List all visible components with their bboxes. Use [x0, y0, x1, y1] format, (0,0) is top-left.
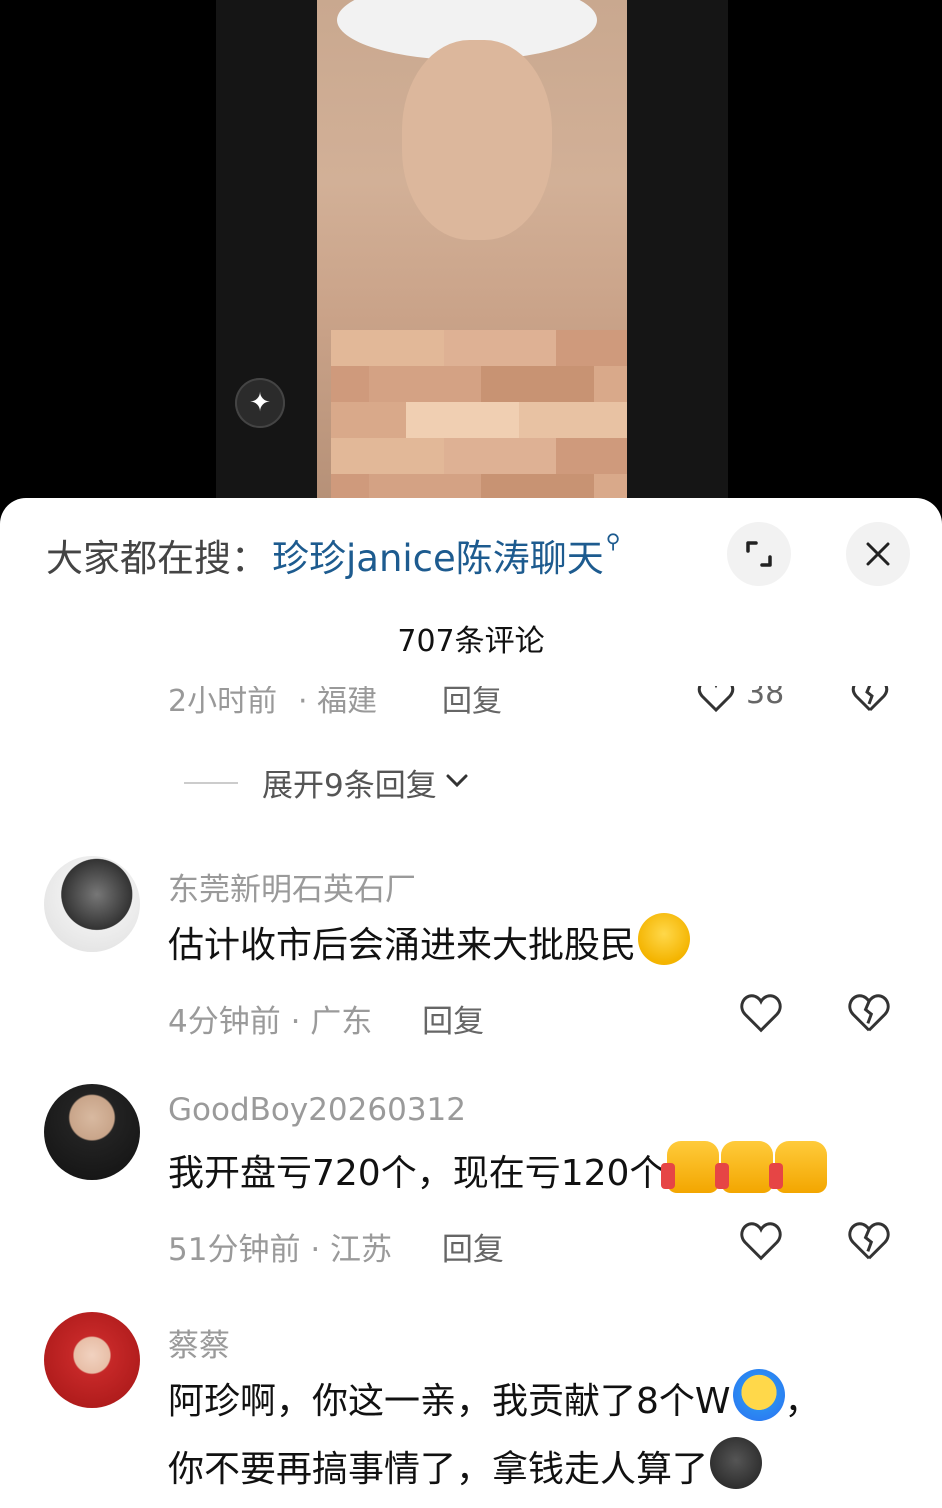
- comment-text-body: 你不要再搞事情了，拿钱走人算了: [168, 1449, 709, 1490]
- trending-search-prefix: 大家都在搜：: [46, 537, 268, 580]
- comment-text-body: 我开盘亏720个，现在亏120个: [168, 1153, 666, 1194]
- comment-text-line: 阿珍啊，你这一亲，我贡献了8个W ，: [168, 1368, 908, 1436]
- expand-replies-label: 展开9条回复: [262, 768, 437, 804]
- mosaic-tile: [443, 402, 481, 438]
- laughing-crying-emoji: [638, 913, 691, 965]
- like-count: 38: [746, 686, 785, 711]
- comment-meta: 51分钟前 · 江苏 回复: [168, 1224, 504, 1269]
- chevron-down-icon: [445, 770, 469, 795]
- broken-heart-icon[interactable]: [846, 1218, 892, 1264]
- mosaic-tile: [331, 438, 369, 474]
- comment-text: 我开盘亏720个，现在亏120个: [168, 1140, 908, 1208]
- expand-icon: [746, 541, 772, 567]
- mosaic-tile: [593, 366, 627, 402]
- mosaic-tile: [518, 330, 556, 366]
- expand-replies-button[interactable]: 展开9条回复: [184, 760, 469, 805]
- comment-time: 2小时前: [168, 686, 278, 718]
- mosaic-tile: [593, 330, 627, 366]
- comment-text: 估计收市后会涌进来大批股民: [168, 912, 908, 980]
- mosaic-tile: [368, 366, 406, 402]
- comment-text-line: 你不要再搞事情了，拿钱走人算了: [168, 1436, 908, 1504]
- comment-text-tail: ，: [784, 1381, 821, 1422]
- heart-icon[interactable]: [738, 1218, 784, 1264]
- mosaic-tile: [368, 402, 406, 438]
- divider-line: [184, 781, 238, 784]
- broken-heart-icon[interactable]: [846, 990, 892, 1036]
- close-icon: [866, 542, 890, 566]
- mosaic-tile: [556, 366, 594, 402]
- mosaic-tile: [443, 330, 481, 366]
- mosaic-tile: [481, 330, 519, 366]
- mosaic-tile: [556, 330, 594, 366]
- comment-location: · 福建: [298, 686, 378, 718]
- mosaic-tile: [481, 438, 519, 474]
- expand-button[interactable]: [727, 522, 791, 586]
- avatar[interactable]: [44, 856, 140, 952]
- avatar[interactable]: [44, 1084, 140, 1180]
- mosaic-tile: [331, 366, 369, 402]
- mosaic-tile: [556, 402, 594, 438]
- comment-username[interactable]: 蔡蔡: [168, 1320, 230, 1365]
- mosaic-tile: [481, 402, 519, 438]
- mosaic-tile: [518, 366, 556, 402]
- partial-comment-meta: 2小时前 · 福建 回复 38: [168, 686, 898, 718]
- comment-time: 51分钟前: [168, 1232, 301, 1268]
- comment-text-body: 估计收市后会涌进来大批股民: [168, 925, 637, 966]
- trending-search[interactable]: 大家都在搜： 珍珍janice陈涛聊天 ⚲: [46, 528, 621, 582]
- thumbs-up-emoji: [661, 1141, 720, 1193]
- comment-text-body: 阿珍啊，你这一亲，我贡献了8个W: [168, 1381, 731, 1422]
- video-area[interactable]: ✦: [0, 0, 942, 520]
- mosaic-tile: [406, 330, 444, 366]
- heart-icon[interactable]: [696, 686, 736, 718]
- sparkle-icon[interactable]: ✦: [235, 378, 285, 428]
- mosaic-tile: [518, 402, 556, 438]
- comment-time: 4分钟前: [168, 1004, 281, 1040]
- mosaic-tile: [331, 402, 369, 438]
- video-still: [317, 0, 627, 520]
- mosaic-tile: [406, 366, 444, 402]
- sunglasses-emoji: [732, 1369, 785, 1421]
- reply-button[interactable]: 回复: [442, 1232, 504, 1268]
- mosaic-tile: [593, 402, 627, 438]
- trending-search-query[interactable]: 珍珍janice陈涛聊天: [272, 528, 604, 582]
- mosaic-tile: [331, 330, 369, 366]
- reply-button[interactable]: 回复: [422, 1004, 484, 1040]
- mosaic-tile: [406, 402, 444, 438]
- comment-username[interactable]: 东莞新明石英石厂: [168, 864, 416, 909]
- close-button[interactable]: [846, 522, 910, 586]
- mosaic-tile: [406, 438, 444, 474]
- pixelation-mosaic: [331, 330, 627, 510]
- broken-heart-icon[interactable]: [850, 686, 890, 718]
- comment-sheet: 大家都在搜： 珍珍janice陈涛聊天 ⚲ 707条评论 2小时前 · 福建 回…: [0, 498, 942, 1508]
- mosaic-tile: [368, 330, 406, 366]
- comment-location: · 江苏: [310, 1232, 393, 1268]
- sweat-emoji: [710, 1437, 763, 1489]
- avatar[interactable]: [44, 1312, 140, 1408]
- comment-count: 707条评论: [397, 624, 545, 659]
- mosaic-tile: [481, 366, 519, 402]
- thumbs-up-emoji: [769, 1141, 828, 1193]
- mosaic-tile: [443, 438, 481, 474]
- comment-username[interactable]: GoodBoy20260312: [168, 1092, 466, 1128]
- comment-location: · 广东: [290, 1004, 373, 1040]
- comment-meta: 4分钟前 · 广东 回复: [168, 996, 484, 1041]
- mosaic-tile: [593, 438, 627, 474]
- mosaic-tile: [556, 438, 594, 474]
- mosaic-tile: [518, 438, 556, 474]
- mosaic-tile: [368, 438, 406, 474]
- comment-text: 阿珍啊，你这一亲，我贡献了8个W ， 你不要再搞事情了，拿钱走人算了: [168, 1368, 908, 1504]
- mosaic-tile: [443, 366, 481, 402]
- search-icon: ⚲: [605, 529, 621, 553]
- reply-button[interactable]: 回复: [442, 686, 502, 718]
- heart-icon[interactable]: [738, 990, 784, 1036]
- face-shape: [402, 40, 552, 240]
- thumbs-up-emoji: [715, 1141, 774, 1193]
